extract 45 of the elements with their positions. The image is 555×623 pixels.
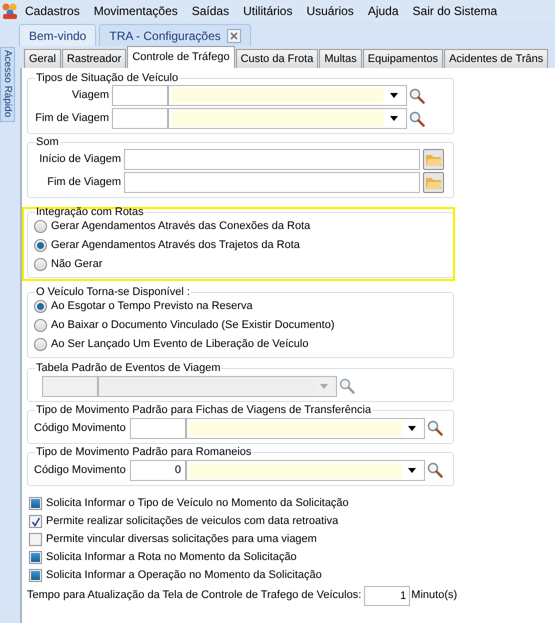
radio-label: Gerar Agendamentos Através dos Trajetos da Rota <box>51 238 300 253</box>
field-label: Viagem <box>70 88 110 104</box>
tab[interactable]: Rastreador <box>62 49 126 68</box>
checkbox-label: Solicita Informar a Operação no Momento da Solicitação <box>46 568 322 583</box>
menu-item[interactable]: Movimentações <box>94 2 178 20</box>
field-label: Código Movimento <box>34 462 127 478</box>
menu-item[interactable]: Usuários <box>306 2 354 20</box>
radio-label: Gerar Agendamentos Através das Conexões da Rota <box>51 218 310 234</box>
menu-item[interactable]: Sair do Sistema <box>412 2 498 20</box>
tab[interactable]: Acidentes de Trâns <box>444 49 548 68</box>
tab[interactable]: Custo da Frota <box>236 49 318 68</box>
checkbox-label: Permite vincular diversas solicitações para uma viagem <box>46 532 317 547</box>
radio-label: Não Gerar <box>51 256 102 272</box>
document-tab[interactable]: TRA - Configurações <box>99 24 251 46</box>
code-field[interactable]: 0 <box>130 460 186 480</box>
field-label: Fim de Viagem <box>46 175 122 190</box>
side-panel[interactable]: Acesso Rápido <box>0 47 15 122</box>
checkbox-label: Permite realizar solicitações de veiculos com data retroativa <box>46 514 338 529</box>
minutes-field[interactable]: 1 <box>364 586 410 606</box>
tab[interactable]: Multas <box>319 49 362 68</box>
tab[interactable]: Equipamentos <box>362 49 444 68</box>
unit-label: Minuto(s) <box>411 588 458 604</box>
menu-item[interactable]: Utilitários <box>243 2 292 20</box>
group-title: Tabela Padrão de Eventos de Viagem <box>35 362 222 374</box>
field-label: Código Movimento <box>34 420 127 436</box>
radio-label: Ao Baixar o Documento Vinculado (Se Existir Documento) <box>51 318 334 333</box>
group-title: Som <box>35 136 60 148</box>
group-title: Tipo de Movimento Padrão para Fichas de Viagens de Transferência <box>35 404 372 416</box>
group-title: O Veículo Torna-se Disponível : <box>35 286 191 298</box>
radio-label: Ao Esgotar o Tempo Previsto na Reserva <box>51 298 253 314</box>
group-title: Tipo de Movimento Padrão para Romaneios <box>35 446 252 458</box>
tab[interactable]: Geral <box>24 49 61 68</box>
field-label: Fim de Viagem <box>34 111 110 126</box>
checkbox-label: Solicita Informar a Rota no Momento da Solicitação <box>46 550 297 565</box>
field-label: Início de Viagem <box>38 152 122 168</box>
document-tab[interactable]: Bem-vindo <box>19 24 96 46</box>
menu-item[interactable]: Ajuda <box>368 2 399 20</box>
menu-item[interactable]: Saídas <box>192 2 230 20</box>
field-label: Tempo para Atualização da Tela de Controle de Trafego de Veículos: <box>27 588 362 604</box>
group-title: Tipos de Situação de Veículo <box>35 72 180 84</box>
menu-item[interactable]: Cadastros <box>25 2 80 20</box>
radio-label: Ao Ser Lançado Um Evento de Liberação de Veículo <box>51 336 308 352</box>
tab[interactable]: Controle de Tráfego <box>127 46 235 68</box>
group-title: Integração com Rotas <box>35 206 145 218</box>
checkbox-label: Solicita Informar o Tipo de Veículo no Momento da Solicitação <box>46 496 349 511</box>
